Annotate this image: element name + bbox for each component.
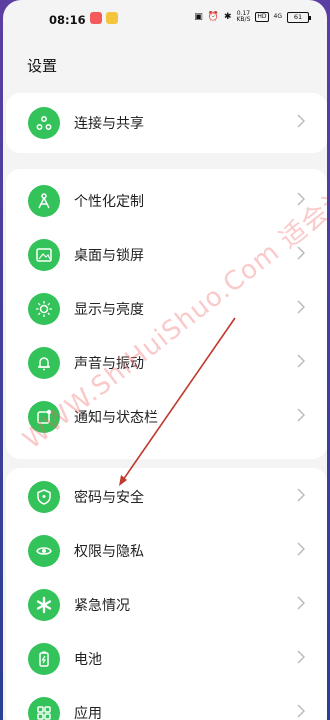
settings-item-label: 密码与安全 [74,490,144,506]
wallpaper-icon [28,239,60,271]
net-speed: 0.17 KB/S [236,10,251,23]
settings-group-system: 密码与安全 权限与隐私 紧急情况 电池 应用 [6,468,327,720]
settings-item-battery[interactable]: 电池 [6,632,327,686]
apps-icon [28,697,60,720]
settings-item-connection-share[interactable]: 连接与共享 [6,96,327,150]
chevron-right-icon [297,703,306,720]
status-time: 08:16 [49,13,86,27]
chevron-right-icon [297,353,306,372]
settings-item-label: 紧急情况 [74,598,130,614]
battery-icon [28,643,60,675]
chevron-right-icon [297,595,306,614]
connection-share-icon [28,107,60,139]
brightness-icon [28,293,60,325]
settings-item-label: 应用 [74,706,102,720]
settings-item-label: 桌面与锁屏 [74,248,144,264]
chevron-right-icon [297,649,306,668]
status-icons: ▣ ⏰ ✱ 0.17 KB/S HD 4G 61 [194,10,311,23]
battery-indicator: 61 [287,11,311,23]
settings-group-network: 连接与共享 [6,93,327,153]
app-notification-icon [106,12,118,24]
settings-screen: 08:16 ▣ ⏰ ✱ 0.17KB/S HD 4G 61 设置 连接与共享 [3,0,327,720]
chevron-right-icon [297,407,306,426]
settings-item-label: 连接与共享 [74,116,144,132]
app-notification-icon [90,12,102,24]
bluetooth-icon: ✱ [223,12,232,22]
chevron-right-icon [297,487,306,506]
emergency-icon [28,589,60,621]
settings-item-security[interactable]: 密码与安全 [6,470,327,524]
nfc-icon: ▣ [194,12,203,22]
settings-item-privacy[interactable]: 权限与隐私 [6,524,327,578]
chevron-right-icon [297,299,306,318]
sound-vibration-icon [28,347,60,379]
settings-item-label: 电池 [74,652,102,668]
signal-icon: 4G [273,13,282,20]
settings-item-label: 个性化定制 [74,194,144,210]
alarm-icon: ⏰ [207,12,219,22]
settings-item-apps[interactable]: 应用 [6,686,327,720]
settings-item-label: 权限与隐私 [74,544,144,560]
privacy-icon [28,535,60,567]
chevron-right-icon [297,541,306,560]
chevron-right-icon [297,113,306,132]
personalization-icon [28,185,60,217]
settings-item-label: 显示与亮度 [74,302,144,318]
hd-icon: HD [255,12,269,22]
settings-item-emergency[interactable]: 紧急情况 [6,578,327,632]
page-title: 设置 [27,57,58,75]
security-icon [28,481,60,513]
status-bar: 08:16 ▣ ⏰ ✱ 0.17 KB/S HD 4G 61 [3,0,327,40]
